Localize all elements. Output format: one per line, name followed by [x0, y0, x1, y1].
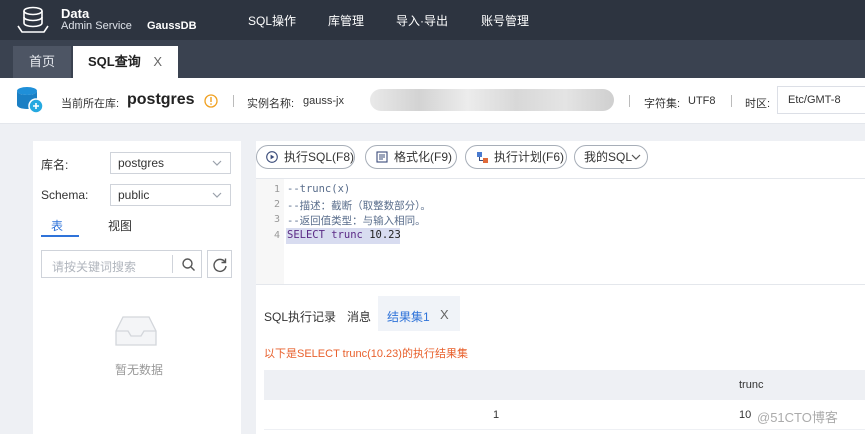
line-number: 1 — [273, 184, 280, 195]
instance-name: gauss-jx — [303, 95, 344, 107]
execution-plan-button[interactable]: 执行计划(F6) — [465, 145, 567, 169]
object-browser-panel: 库名: postgres Schema: public 表 视图 请按关键词搜索… — [33, 141, 241, 434]
play-icon — [266, 151, 278, 163]
page-tab-bar: 首页 SQL查询 X — [0, 40, 865, 78]
code-line: --描述：截断（取整数部分）。 — [287, 200, 431, 212]
close-icon[interactable]: X — [153, 46, 162, 78]
tab-result-set-1-label: 结果集1 — [387, 310, 430, 324]
plan-icon — [477, 152, 488, 163]
code-line: --返回值类型：与输入相同。 — [287, 215, 426, 227]
refresh-icon — [213, 258, 227, 272]
redacted-info — [370, 89, 614, 111]
row-number: 1 — [493, 409, 500, 421]
timezone-select[interactable]: Etc/GMT-8 — [777, 86, 865, 114]
result-grid-header: trunc — [264, 370, 865, 400]
refresh-button[interactable] — [207, 250, 232, 278]
tab-sql-history[interactable]: SQL执行记录 — [264, 308, 336, 325]
info-warning-icon[interactable] — [204, 94, 218, 108]
database-logo-icon — [17, 6, 49, 33]
divider — [233, 95, 234, 107]
nav-sql-operations[interactable]: SQL操作 — [248, 12, 296, 29]
divider — [629, 95, 630, 107]
close-icon[interactable]: X — [440, 307, 449, 322]
schema-select[interactable]: public — [110, 184, 231, 206]
active-tab-indicator — [41, 235, 79, 237]
timezone-label: 时区: — [745, 98, 771, 110]
top-navbar: Data Admin Service GaussDB SQL操作 库管理 导入·… — [0, 0, 865, 40]
brand: Data Admin Service — [61, 7, 132, 33]
line-number: 3 — [273, 214, 280, 225]
my-sql-label: 我的SQL — [584, 150, 633, 164]
line-number: 4 — [273, 230, 280, 241]
tab-views[interactable]: 视图 — [108, 217, 132, 234]
code-line: --trunc(x) — [287, 183, 351, 195]
execute-sql-label: 执行SQL(F8) — [284, 150, 355, 164]
tab-messages[interactable]: 消息 — [347, 308, 371, 325]
empty-inbox-icon — [115, 316, 157, 346]
line-number-gutter: 1 2 3 4 — [256, 179, 284, 284]
schema-label: Schema: — [41, 188, 89, 202]
database-icon — [17, 87, 44, 114]
brand-line2: Admin Service — [61, 20, 132, 32]
my-sql-dropdown[interactable]: 我的SQL — [574, 145, 648, 169]
sql-keyword: SELECT — [287, 229, 325, 241]
watermark: @51CTO博客 — [757, 410, 838, 425]
result-message: 以下是SELECT trunc(10.23)的执行结果集 — [264, 348, 468, 360]
execute-sql-button[interactable]: 执行SQL(F8) — [256, 145, 355, 169]
nav-import-export[interactable]: 导入·导出 — [396, 12, 448, 29]
schema-select-value: public — [118, 188, 150, 202]
brand-product: GaussDB — [147, 20, 197, 32]
empty-state-text: 暂无数据 — [115, 363, 164, 377]
connection-info-bar: 当前所在库: postgres 实例名称: gauss-jx 字符集: UTF8… — [0, 78, 865, 124]
search-input[interactable]: 请按关键词搜索 — [52, 258, 136, 275]
sql-number: 10.23 — [362, 229, 401, 241]
tab-tables[interactable]: 表 — [51, 217, 63, 234]
nav-db-management[interactable]: 库管理 — [328, 12, 364, 29]
search-icon[interactable] — [181, 257, 196, 272]
line-number: 2 — [273, 199, 280, 210]
sql-editor-panel: 执行SQL(F8) 格式化(F9) 执行计划(F6) 我的SQL 1 2 3 4… — [256, 141, 865, 434]
db-select-value: postgres — [118, 156, 165, 170]
db-label: 库名: — [41, 158, 69, 172]
execution-plan-label: 执行计划(F6) — [494, 150, 564, 164]
column-header[interactable]: trunc — [739, 379, 763, 391]
format-label: 格式化(F9) — [394, 150, 452, 164]
current-db-label: 当前所在库: — [61, 98, 120, 110]
chevron-down-icon — [212, 160, 222, 166]
tab-result-set-1[interactable]: 结果集1 X — [378, 296, 460, 331]
cell-value: 10 — [739, 409, 752, 421]
db-select[interactable]: postgres — [110, 152, 231, 174]
divider — [731, 95, 732, 107]
divider — [172, 255, 173, 273]
chevron-down-icon — [212, 192, 222, 198]
charset-value: UTF8 — [688, 95, 716, 107]
sql-code-editor[interactable]: 1 2 3 4 --trunc(x) --描述：截断（取整数部分）。 --返回值… — [256, 178, 865, 285]
tab-sql-query[interactable]: SQL查询 X — [73, 46, 178, 78]
charset-label: 字符集: — [644, 98, 681, 110]
instance-label: 实例名称: — [247, 98, 295, 110]
sql-function: trunc — [324, 229, 363, 241]
tab-home[interactable]: 首页 — [13, 46, 71, 78]
nav-account-management[interactable]: 账号管理 — [481, 12, 529, 29]
chevron-down-icon — [631, 154, 641, 160]
format-button[interactable]: 格式化(F9) — [365, 145, 457, 169]
tab-sql-query-label: SQL查询 — [88, 54, 141, 69]
brand-line1: Data — [61, 6, 90, 21]
code-line: SELECT trunc 10.23 — [287, 229, 401, 241]
current-db-name: postgres — [127, 91, 195, 108]
search-box[interactable]: 请按关键词搜索 — [41, 250, 202, 278]
format-icon — [376, 151, 388, 163]
